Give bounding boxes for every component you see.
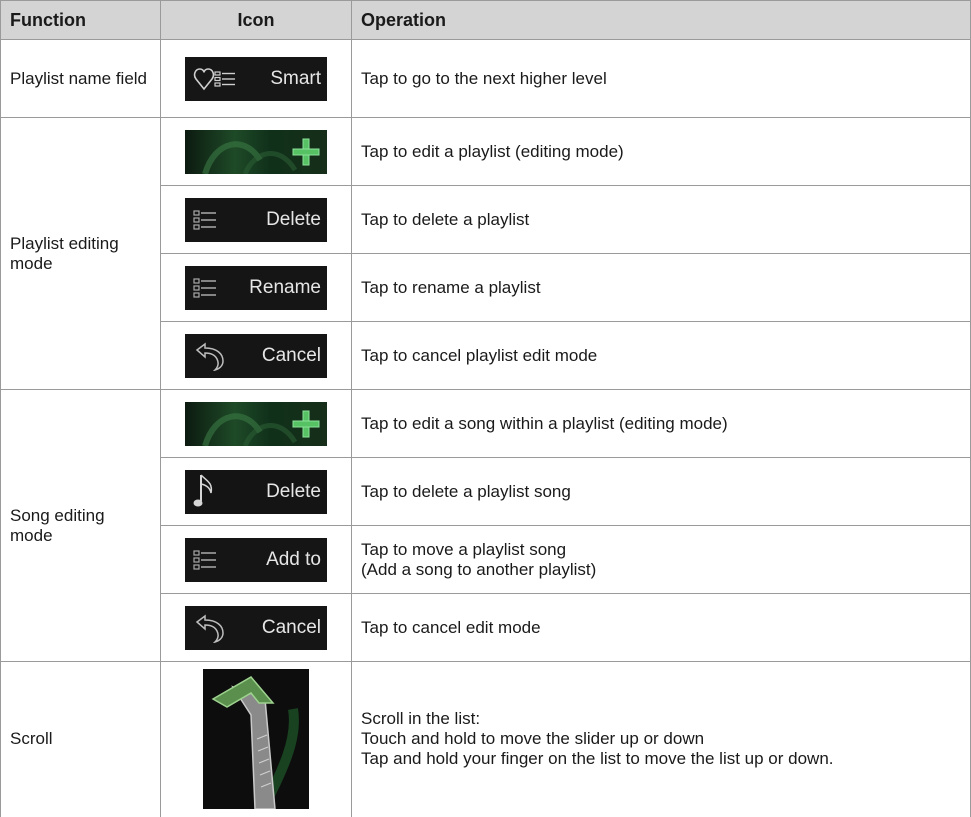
icon-cell: Smart bbox=[160, 39, 352, 118]
operation-line: Touch and hold to move the slider up or … bbox=[361, 729, 705, 749]
list-icon bbox=[193, 549, 216, 570]
plus-icon bbox=[292, 410, 320, 437]
cancel-song-edit-button[interactable]: Cancel bbox=[185, 605, 327, 650]
list-icon bbox=[193, 277, 216, 298]
icon-cell: Delete bbox=[160, 185, 352, 254]
smart-label: Smart bbox=[270, 67, 321, 89]
header-function: Function bbox=[0, 0, 161, 40]
edit-playlist-button[interactable] bbox=[185, 129, 327, 174]
icon-cell: Delete bbox=[160, 457, 352, 526]
back-arrow-icon bbox=[195, 614, 224, 643]
operation-playlist-name: Tap to go to the next higher level bbox=[351, 39, 971, 118]
operation-delete-playlist: Tap to delete a playlist bbox=[351, 185, 971, 254]
smart-button[interactable]: Smart bbox=[185, 56, 327, 101]
operation-line: Scroll in the list: bbox=[361, 709, 481, 729]
operations-table: Function Icon Operation Playlist name fi… bbox=[0, 0, 971, 817]
operation-line: Tap and hold your finger on the list to … bbox=[361, 749, 834, 769]
operation-line: Tap to move a playlist song bbox=[361, 539, 567, 559]
header-row: Function Icon Operation bbox=[0, 0, 971, 40]
icon-cell bbox=[160, 389, 352, 458]
operation-rename-playlist: Tap to rename a playlist bbox=[351, 253, 971, 322]
operation-scroll: Scroll in the list: Touch and hold to mo… bbox=[351, 661, 971, 817]
operation-edit-song: Tap to edit a song within a playlist (ed… bbox=[351, 389, 971, 458]
add-to-label: Add to bbox=[266, 548, 321, 570]
operation-move-song: Tap to move a playlist song (Add a song … bbox=[351, 525, 971, 594]
table-row: Playlist name field Smart Tap to go to t… bbox=[0, 39, 971, 118]
operation-line: (Add a song to another playlist) bbox=[361, 559, 597, 579]
cancel-label: Cancel bbox=[261, 616, 321, 638]
table-row: Playlist editing mode Tap to edit a play… bbox=[0, 117, 971, 390]
table-row: Scroll Scroll in the list: Touch and hol… bbox=[0, 661, 971, 817]
header-operation: Operation bbox=[351, 0, 971, 40]
icon-cell bbox=[160, 117, 352, 186]
function-playlist-name: Playlist name field bbox=[0, 39, 161, 118]
icon-cell: Add to bbox=[160, 525, 352, 594]
plus-icon bbox=[292, 138, 320, 165]
edit-song-button[interactable] bbox=[185, 401, 327, 446]
function-playlist-editing: Playlist editing mode bbox=[0, 117, 161, 390]
rename-playlist-button[interactable]: Rename bbox=[185, 265, 327, 310]
icon-cell bbox=[160, 661, 352, 817]
operation-cancel-song-edit: Tap to cancel edit mode bbox=[351, 593, 971, 662]
function-song-editing: Song editing mode bbox=[0, 389, 161, 662]
header-icon: Icon bbox=[160, 0, 352, 40]
icon-cell: Cancel bbox=[160, 593, 352, 662]
icon-cell: Cancel bbox=[160, 321, 352, 390]
music-note-icon bbox=[193, 473, 213, 506]
back-arrow-icon bbox=[195, 342, 224, 371]
rename-label: Rename bbox=[249, 276, 321, 298]
add-to-button[interactable]: Add to bbox=[185, 537, 327, 582]
delete-playlist-button[interactable]: Delete bbox=[185, 197, 327, 242]
scroll-slider-icon[interactable] bbox=[203, 669, 309, 810]
scroll-slider-graphic bbox=[211, 676, 299, 810]
operation-cancel-playlist-edit: Tap to cancel playlist edit mode bbox=[351, 321, 971, 390]
operation-edit-playlist: Tap to edit a playlist (editing mode) bbox=[351, 117, 971, 186]
function-scroll: Scroll bbox=[0, 661, 161, 817]
table-row: Song editing mode Tap to edit a song wit… bbox=[0, 389, 971, 662]
cancel-playlist-edit-button[interactable]: Cancel bbox=[185, 333, 327, 378]
delete-song-button[interactable]: Delete bbox=[185, 469, 327, 514]
heart-list-icon bbox=[193, 67, 235, 90]
icon-cell: Rename bbox=[160, 253, 352, 322]
delete-label: Delete bbox=[266, 208, 321, 230]
cancel-label: Cancel bbox=[261, 344, 321, 366]
operation-delete-song: Tap to delete a playlist song bbox=[351, 457, 971, 526]
delete-label: Delete bbox=[266, 480, 321, 502]
list-icon bbox=[193, 209, 216, 230]
